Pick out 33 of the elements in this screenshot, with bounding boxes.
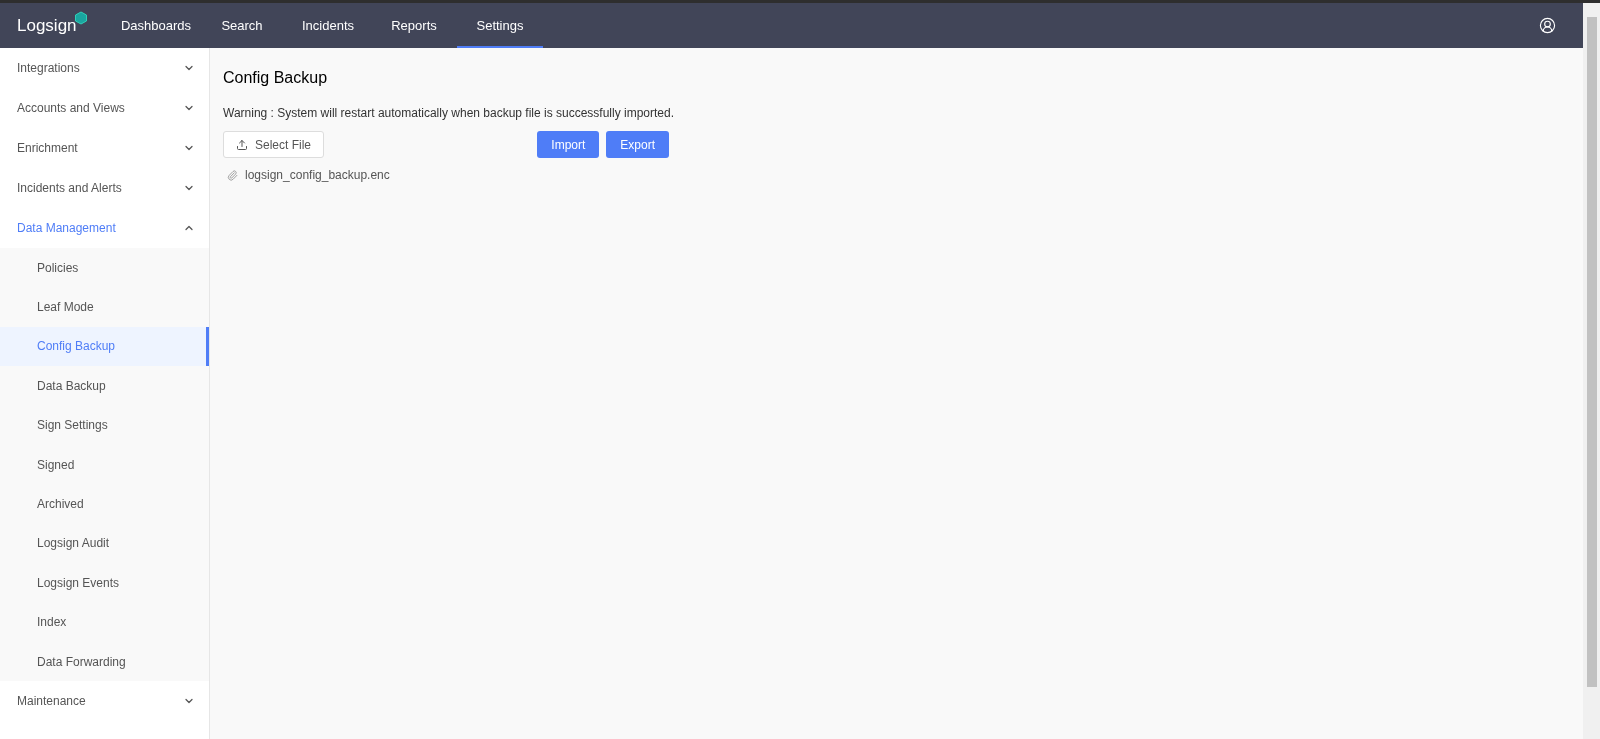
logo[interactable]: Logsign <box>17 12 77 39</box>
action-button[interactable]: Import <box>537 131 600 158</box>
sidebar-item[interactable]: Signed <box>0 444 209 485</box>
sidebar-item[interactable]: Config Backup <box>0 326 209 367</box>
sidebar-group[interactable]: Enrichment <box>0 128 209 168</box>
nav-tab[interactable]: Settings <box>457 3 543 48</box>
action-button[interactable]: Export <box>606 131 669 158</box>
sidebar-item[interactable]: Policies <box>0 248 209 288</box>
sidebar-item[interactable]: Data Forwarding <box>0 641 209 682</box>
paperclip-icon <box>227 169 238 181</box>
upload-icon <box>236 138 248 151</box>
sidebar-item[interactable]: Logsign Audit <box>0 523 209 564</box>
sidebar-group[interactable]: Incidents and Alerts <box>0 168 209 208</box>
sidebar-item[interactable]: Data Backup <box>0 366 209 406</box>
scrollbar[interactable] <box>1583 3 1600 739</box>
sidebar-item[interactable]: Index <box>0 602 209 642</box>
warning-text: Warning : System will restart automatically when backup file is successfully imported. <box>223 105 676 122</box>
user-account-icon[interactable] <box>1539 17 1556 34</box>
sidebar-group[interactable]: Accounts and Views <box>0 88 209 128</box>
sidebar-group[interactable]: Integrations <box>0 48 209 88</box>
sidebar-item[interactable]: Archived <box>0 484 209 524</box>
sidebar-item[interactable]: Sign Settings <box>0 405 209 445</box>
nav-tab[interactable]: Dashboards <box>113 3 199 48</box>
sidebar-group[interactable]: Data Management <box>0 208 209 248</box>
sidebar-item[interactable]: Leaf Mode <box>0 287 209 327</box>
page-title: Config Backup <box>223 68 329 88</box>
nav-tab[interactable]: Search <box>199 3 285 48</box>
sidebar-item[interactable]: Logsign Events <box>0 563 209 603</box>
nav-tab[interactable]: Reports <box>371 3 457 48</box>
select-file-button[interactable]: Select File <box>223 131 325 158</box>
sidebar-group[interactable]: Maintenance <box>0 681 209 722</box>
file-name[interactable]: logsign_config_backup.enc <box>245 166 390 184</box>
nav-tab[interactable]: Incidents <box>285 3 371 48</box>
